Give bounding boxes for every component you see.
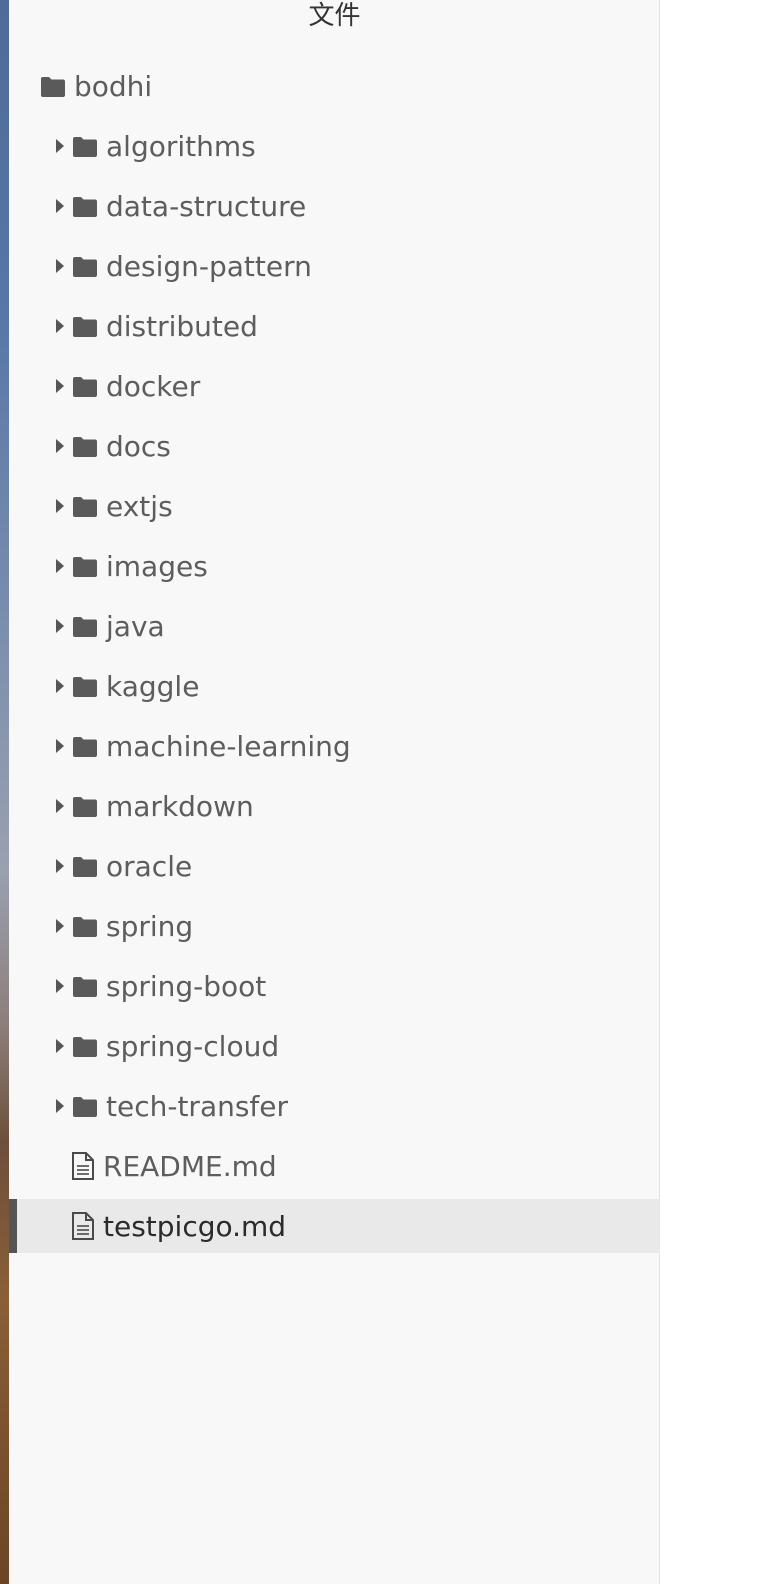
- document-icon: [71, 1212, 95, 1240]
- folder-icon: [72, 556, 98, 577]
- chevron-right-icon[interactable]: [56, 919, 64, 933]
- folder-icon: [72, 676, 98, 697]
- folder-item-data-structure[interactable]: data-structure: [9, 176, 660, 236]
- chevron-right-icon[interactable]: [56, 1099, 64, 1113]
- file-label: README.md: [103, 1149, 277, 1183]
- folder-icon: [72, 256, 98, 277]
- folder-label: markdown: [106, 789, 254, 823]
- folder-item-docker[interactable]: docker: [9, 356, 660, 416]
- chevron-right-icon[interactable]: [56, 379, 64, 393]
- folder-label: oracle: [106, 849, 193, 883]
- file-tree: bodhi algorithms data-structure design-pat…: [9, 56, 660, 1253]
- folder-item-distributed[interactable]: distributed: [9, 296, 660, 356]
- folder-icon: [72, 976, 98, 997]
- folder-item-spring-boot[interactable]: spring-boot: [9, 956, 660, 1016]
- folder-icon: [72, 136, 98, 157]
- chevron-right-icon[interactable]: [56, 859, 64, 873]
- folder-item-design-pattern[interactable]: design-pattern: [9, 236, 660, 296]
- folder-icon: [72, 1096, 98, 1117]
- chevron-right-icon[interactable]: [56, 139, 64, 153]
- folder-label: spring: [106, 909, 194, 943]
- folder-label: data-structure: [106, 189, 307, 223]
- tree-root-label: bodhi: [74, 69, 153, 103]
- chevron-right-icon[interactable]: [56, 559, 64, 573]
- file-item-README-md[interactable]: README.md: [9, 1136, 660, 1196]
- folder-label: java: [106, 609, 165, 643]
- folder-icon: [72, 916, 98, 937]
- folder-icon: [72, 856, 98, 877]
- folder-icon: [40, 76, 66, 97]
- chevron-right-icon[interactable]: [56, 1039, 64, 1053]
- folder-item-tech-transfer[interactable]: tech-transfer: [9, 1076, 660, 1136]
- file-sidebar: 文件 bodhi algorithms data-structure design-…: [9, 0, 660, 1584]
- folder-icon: [72, 736, 98, 757]
- folder-icon: [72, 196, 98, 217]
- chevron-right-icon[interactable]: [56, 259, 64, 273]
- folder-icon: [72, 376, 98, 397]
- folder-item-extjs[interactable]: extjs: [9, 476, 660, 536]
- folder-item-kaggle[interactable]: kaggle: [9, 656, 660, 716]
- folder-label: spring-boot: [106, 969, 267, 1003]
- chevron-right-icon[interactable]: [56, 739, 64, 753]
- file-item-testpicgo-md[interactable]: testpicgo.md: [9, 1199, 660, 1253]
- folder-label: docker: [106, 369, 201, 403]
- chevron-right-icon[interactable]: [56, 499, 64, 513]
- folder-item-algorithms[interactable]: algorithms: [9, 116, 660, 176]
- chevron-right-icon[interactable]: [56, 619, 64, 633]
- folder-label: algorithms: [106, 129, 256, 163]
- chevron-right-icon[interactable]: [56, 199, 64, 213]
- document-icon: [71, 1152, 95, 1180]
- folder-item-java[interactable]: java: [9, 596, 660, 656]
- folder-icon: [72, 796, 98, 817]
- file-label: testpicgo.md: [103, 1209, 287, 1243]
- folder-label: distributed: [106, 309, 258, 343]
- chevron-right-icon[interactable]: [56, 679, 64, 693]
- desktop-wallpaper-edge: [0, 0, 9, 1584]
- folder-label: extjs: [106, 489, 173, 523]
- sidebar-title: 文件: [308, 1, 361, 31]
- folder-item-spring[interactable]: spring: [9, 896, 660, 956]
- folder-item-markdown[interactable]: markdown: [9, 776, 660, 836]
- folder-label: tech-transfer: [106, 1089, 289, 1123]
- chevron-right-icon[interactable]: [56, 979, 64, 993]
- folder-icon: [72, 436, 98, 457]
- folder-item-oracle[interactable]: oracle: [9, 836, 660, 896]
- folder-icon: [72, 316, 98, 337]
- folder-icon: [72, 616, 98, 637]
- folder-item-machine-learning[interactable]: machine-learning: [9, 716, 660, 776]
- folder-item-docs[interactable]: docs: [9, 416, 660, 476]
- tree-root-bodhi[interactable]: bodhi: [9, 56, 660, 116]
- folder-icon: [72, 1036, 98, 1057]
- chevron-right-icon[interactable]: [56, 439, 64, 453]
- folder-label: design-pattern: [106, 249, 312, 283]
- folder-label: spring-cloud: [106, 1029, 280, 1063]
- folder-item-spring-cloud[interactable]: spring-cloud: [9, 1016, 660, 1076]
- folder-label: machine-learning: [106, 729, 351, 763]
- folder-item-images[interactable]: images: [9, 536, 660, 596]
- chevron-right-icon[interactable]: [56, 799, 64, 813]
- chevron-right-icon[interactable]: [56, 319, 64, 333]
- folder-label: kaggle: [106, 669, 200, 703]
- folder-label: docs: [106, 429, 171, 463]
- folder-label: images: [106, 549, 208, 583]
- folder-icon: [72, 496, 98, 517]
